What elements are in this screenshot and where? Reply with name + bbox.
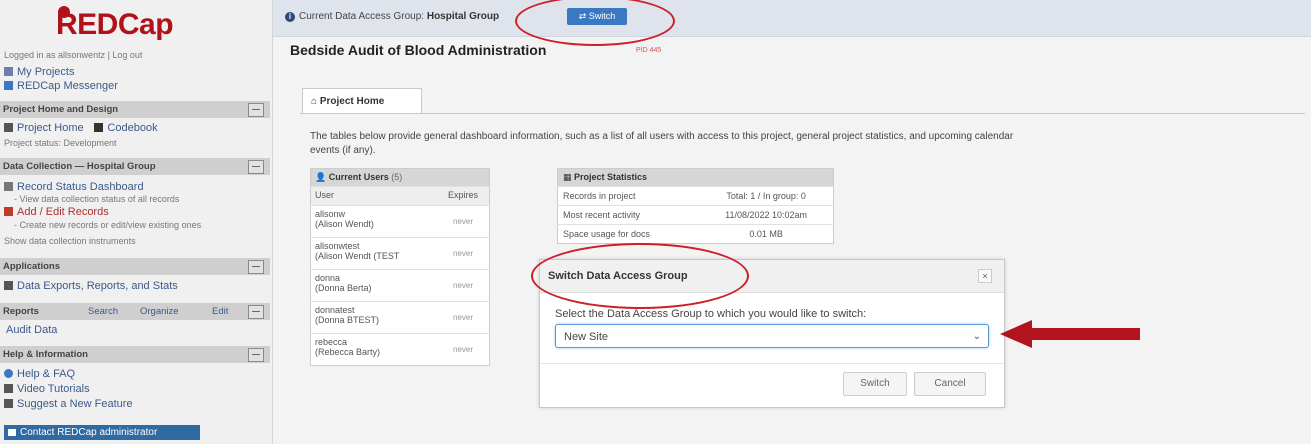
sidebar-item-record-status[interactable]: Record Status Dashboard [4, 181, 144, 193]
home-icon: ⌂ [311, 96, 320, 107]
project-statistics-table: ▦ Project Statistics Records in project … [557, 168, 834, 244]
users-table-title: 👤 Current Users (5) [310, 168, 490, 187]
table-row: rebecca (Rebecca Barty) never [310, 333, 490, 366]
table-row: allsonwtest (Alison Wendt (TEST never [310, 237, 490, 270]
table-row: Most recent activity 11/08/2022 10:02am [557, 205, 834, 225]
current-users-table: 👤 Current Users (5) User Expires allsonw… [310, 168, 490, 366]
chart-icon: ▦ [563, 172, 575, 182]
current-dag: i Current Data Access Group: Hospital Gro… [285, 11, 499, 22]
table-row: donnatest (Donna BTEST) never [310, 301, 490, 334]
dialog-switch-button[interactable]: Switch [843, 372, 907, 396]
sidebar-item-help-faq[interactable]: Help & FAQ [4, 368, 75, 380]
chevron-down-icon: ⌄ [972, 331, 981, 342]
collapse-toggle[interactable] [248, 160, 264, 174]
table-row: donna (Donna Berta) never [310, 269, 490, 302]
section-help: Help & Information [0, 346, 270, 363]
rsd-hint: - View data collection status of all rec… [14, 194, 180, 204]
sidebar: REDCap Logged in as allsonwentz | Log ou… [0, 0, 273, 444]
dialog-cancel-button[interactable]: Cancel [914, 372, 986, 396]
list-icon [4, 67, 13, 76]
sidebar-item-project-home[interactable]: Project Home Codebook [4, 122, 158, 134]
project-status: Project status: Development [4, 138, 117, 148]
user-icon: 👤 [315, 172, 329, 182]
book-icon [94, 123, 104, 132]
close-icon[interactable]: × [978, 269, 992, 283]
reports-search-link[interactable]: Search [88, 303, 118, 320]
dag-bar: i Current Data Access Group: Hospital Gro… [273, 0, 1311, 37]
redcap-logo[interactable]: REDCap [56, 8, 174, 42]
sidebar-item-messenger[interactable]: REDCap Messenger [4, 80, 118, 92]
annotation-arrow-head [1000, 320, 1032, 348]
dialog-divider [540, 363, 1004, 364]
sidebar-item-my-projects[interactable]: My Projects [4, 66, 74, 78]
lightbulb-icon [4, 399, 13, 408]
aer-hint: - Create new records or edit/view existi… [14, 220, 202, 230]
collapse-toggle[interactable] [248, 103, 264, 117]
collapse-toggle[interactable] [248, 260, 264, 274]
collapse-toggle[interactable] [248, 348, 264, 362]
export-icon [4, 281, 13, 290]
table-row: Records in project Total: 1 / In group: … [557, 186, 834, 206]
tab-project-home[interactable]: ⌂ Project Home [302, 88, 422, 114]
sidebar-item-audit-data[interactable]: Audit Data [6, 324, 57, 336]
project-title: Bedside Audit of Blood Administration [290, 42, 547, 58]
info-icon: i [285, 12, 295, 22]
dialog-label: Select the Data Access Group to which yo… [555, 308, 867, 320]
sidebar-item-data-exports[interactable]: Data Exports, Reports, and Stats [4, 280, 178, 292]
show-instruments-link[interactable]: Show data collection instruments [4, 236, 136, 246]
intro-text: The tables below provide general dashboa… [310, 131, 1014, 156]
tab-divider [300, 113, 1305, 114]
annotation-circle-switch [515, 0, 675, 46]
contact-admin-button[interactable]: Contact REDCap administrator [4, 425, 200, 440]
table-row: allsonw (Alison Wendt) never [310, 205, 490, 238]
section-reports: Reports Search Organize Edit [0, 303, 270, 320]
video-icon [4, 384, 13, 393]
edit-icon [4, 207, 13, 216]
messenger-icon [4, 81, 13, 90]
collapse-toggle[interactable] [248, 305, 264, 319]
current-dag-value: Hospital Group [426, 11, 500, 22]
sidebar-item-video-tutorials[interactable]: Video Tutorials [4, 383, 90, 395]
reports-edit-link[interactable]: Edit [212, 303, 228, 320]
col-user: User [310, 186, 438, 206]
section-data-collection: Data Collection — Hospital Group [0, 158, 270, 175]
annotation-arrow [1030, 328, 1140, 340]
dashboard-icon [4, 182, 13, 191]
col-expires: Expires [437, 186, 490, 206]
home-icon [4, 123, 13, 132]
section-applications: Applications [0, 258, 270, 275]
codebook-link[interactable]: Codebook [94, 122, 158, 134]
help-icon [4, 369, 13, 378]
reports-organize-link[interactable]: Organize [140, 303, 179, 320]
section-project-home: Project Home and Design [0, 101, 270, 118]
sidebar-item-add-edit-records[interactable]: Add / Edit Records [4, 206, 109, 218]
dag-select[interactable]: New Site ⌄ [555, 324, 989, 348]
stats-table-title: ▦ Project Statistics [557, 168, 834, 187]
logged-in-text: Logged in as allsonwentz | Log out [4, 50, 143, 60]
sidebar-item-suggest-feature[interactable]: Suggest a New Feature [4, 398, 133, 410]
project-id: PID 445 [636, 47, 662, 54]
mail-icon [8, 429, 16, 436]
annotation-circle-dialog-title [531, 243, 749, 309]
table-row: Space usage for docs 0.01 MB [557, 224, 834, 244]
